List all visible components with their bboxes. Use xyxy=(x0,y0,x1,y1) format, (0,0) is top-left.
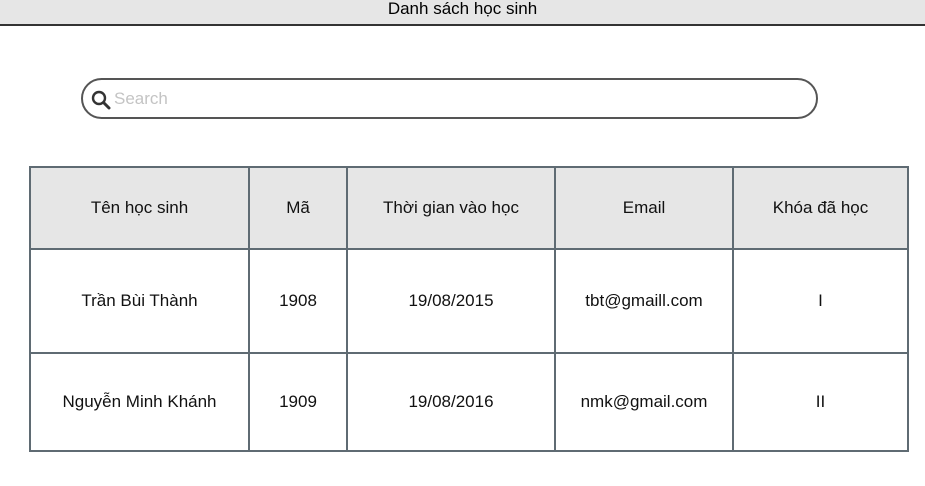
search-box[interactable] xyxy=(81,78,818,119)
column-header-code[interactable]: Mã xyxy=(248,166,348,250)
cell-email: nmk@gmail.com xyxy=(554,352,734,452)
cell-enroll-date: 19/08/2015 xyxy=(346,248,556,354)
table-row[interactable]: Trần Bùi Thành 1908 19/08/2015 tbt@gmail… xyxy=(29,248,909,354)
cell-name: Nguyễn Minh Khánh xyxy=(29,352,250,452)
cell-code: 1908 xyxy=(248,248,348,354)
column-header-enroll-date[interactable]: Thời gian vào học xyxy=(346,166,556,250)
table-row[interactable]: Nguyễn Minh Khánh 1909 19/08/2016 nmk@gm… xyxy=(29,352,909,452)
title-bar: Danh sách học sinh xyxy=(0,0,925,26)
column-header-email[interactable]: Email xyxy=(554,166,734,250)
cell-enroll-date: 19/08/2016 xyxy=(346,352,556,452)
column-header-course[interactable]: Khóa đã học xyxy=(732,166,909,250)
cell-email: tbt@gmaill.com xyxy=(554,248,734,354)
cell-course: I xyxy=(732,248,909,354)
search-icon xyxy=(90,89,112,111)
cell-code: 1909 xyxy=(248,352,348,452)
column-header-name[interactable]: Tên học sinh xyxy=(29,166,250,250)
students-table: Tên học sinh Mã Thời gian vào học Email … xyxy=(29,166,909,452)
table-header-row: Tên học sinh Mã Thời gian vào học Email … xyxy=(29,166,909,250)
page-title: Danh sách học sinh xyxy=(387,0,538,18)
cell-course: II xyxy=(732,352,909,452)
search-input[interactable] xyxy=(114,83,794,114)
cell-name: Trần Bùi Thành xyxy=(29,248,250,354)
